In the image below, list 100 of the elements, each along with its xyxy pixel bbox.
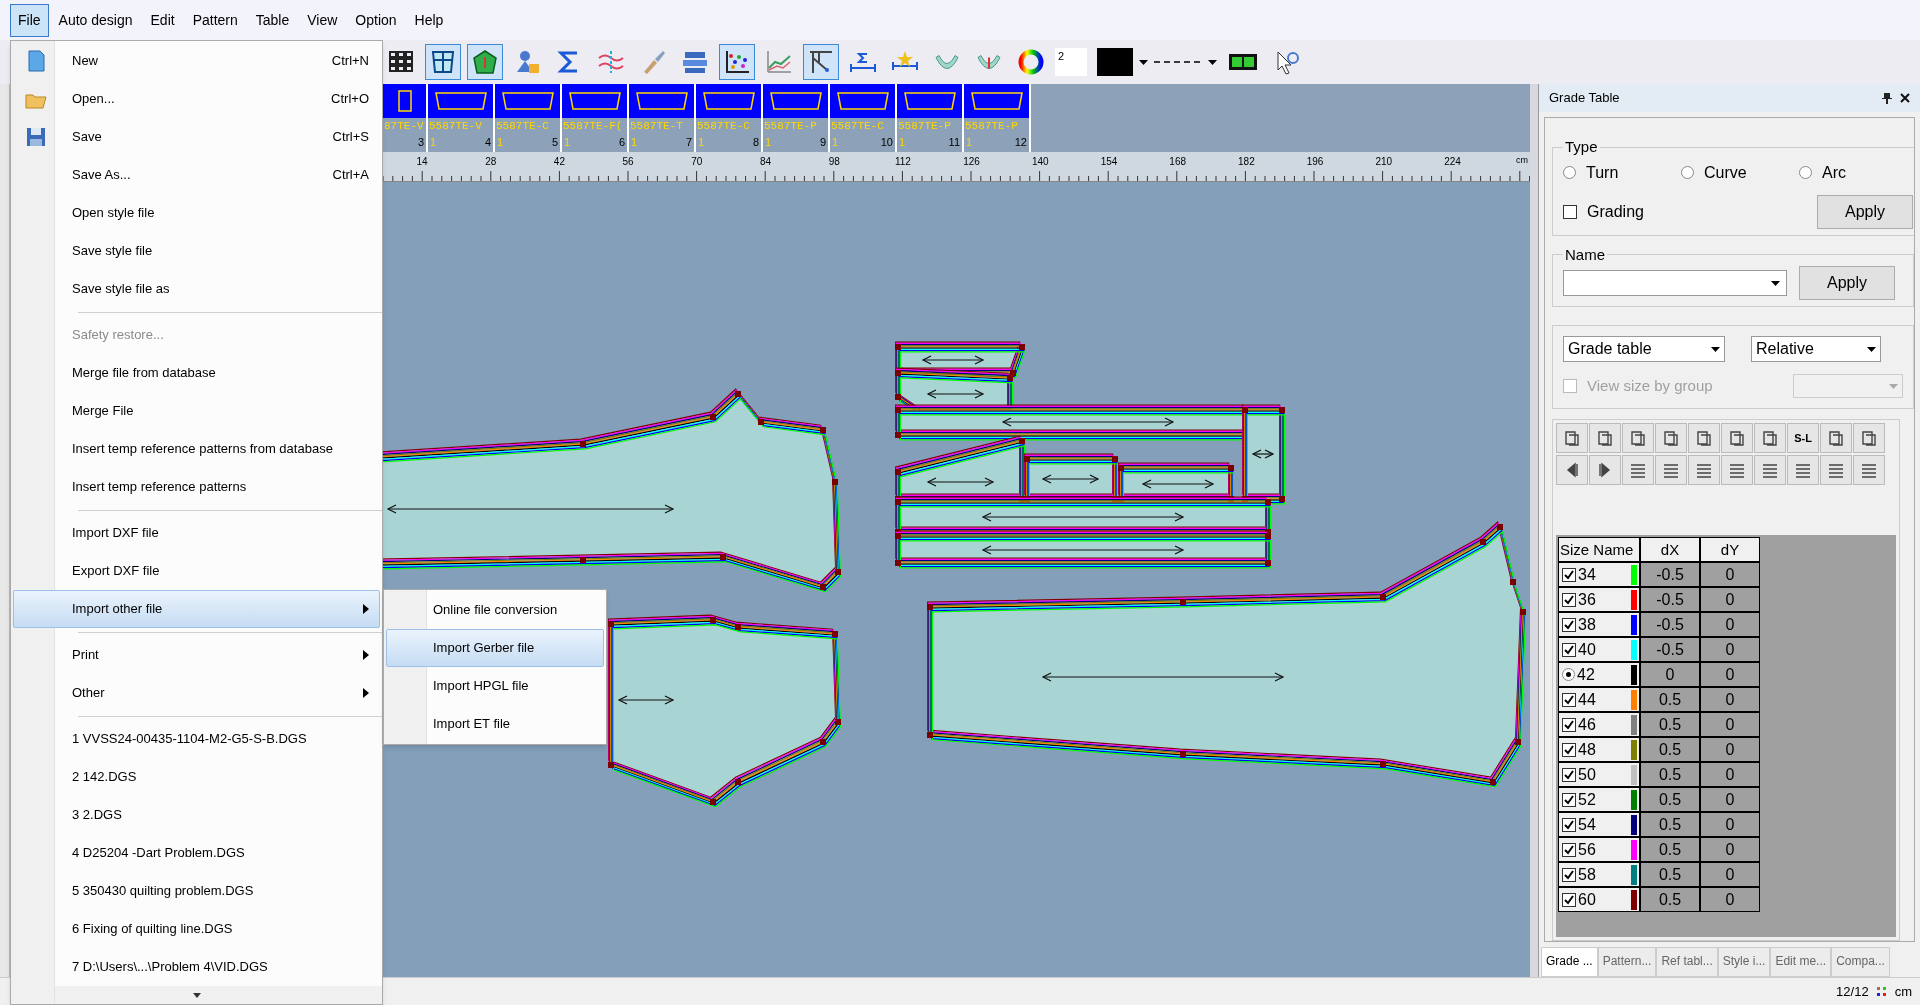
size-cell[interactable]: 60 — [1558, 887, 1640, 912]
menu-item[interactable]: Save style file as — [13, 270, 380, 308]
checkbox[interactable] — [1562, 792, 1576, 807]
grade-tool-button[interactable] — [1754, 423, 1786, 453]
checkbox[interactable] — [1562, 617, 1576, 632]
menu-item[interactable]: Export DXF file — [13, 552, 380, 590]
menu-item[interactable]: Import ET file — [386, 705, 604, 743]
checkbox[interactable] — [1562, 717, 1576, 732]
menu-item[interactable]: Import other file — [13, 590, 380, 628]
size-cell[interactable]: 38 — [1558, 612, 1640, 637]
checkbox[interactable] — [1562, 892, 1576, 907]
panel-tab[interactable]: Edit me... — [1770, 947, 1832, 977]
menu-item[interactable]: Import HPGL file — [386, 667, 604, 705]
checkbox[interactable] — [1563, 204, 1577, 219]
grade-tool-button[interactable] — [1853, 423, 1885, 453]
grade-tool-button[interactable] — [1589, 423, 1621, 453]
size-cell[interactable]: 40 — [1558, 637, 1640, 662]
size-cell[interactable]: 56 — [1558, 837, 1640, 862]
grade-tool-button[interactable] — [1655, 423, 1687, 453]
radio-button[interactable] — [1799, 166, 1812, 179]
toolbar-button[interactable] — [803, 44, 839, 80]
grade-tool-button[interactable] — [1820, 423, 1852, 453]
size-cell[interactable]: 54 — [1558, 812, 1640, 837]
line-style-icon[interactable] — [1154, 60, 1202, 64]
panel-tab[interactable]: Pattern... — [1597, 947, 1657, 977]
menu-item[interactable]: 7 D:\Users\...\Problem 4\VID.DGS — [13, 948, 380, 986]
grade-tool-button[interactable] — [1721, 423, 1753, 453]
menu-bar-item[interactable]: Table — [247, 3, 298, 37]
grade-tool-button[interactable] — [1721, 455, 1753, 485]
menu-item[interactable]: Online file conversion — [386, 591, 604, 629]
checkbox[interactable] — [1562, 567, 1576, 582]
size-cell[interactable]: 42 — [1558, 662, 1640, 687]
mode-dropdown[interactable]: Relative — [1751, 336, 1881, 362]
menu-bar-item[interactable]: Option — [347, 3, 405, 37]
size-cell[interactable]: 50 — [1558, 762, 1640, 787]
menu-item[interactable]: 2 142.DGS — [13, 758, 380, 796]
menu-item[interactable]: Save Ctrl+S — [13, 118, 380, 156]
grade-tool-button[interactable] — [1556, 455, 1588, 485]
size-cell[interactable]: 48 — [1558, 737, 1640, 762]
grade-tool-button[interactable] — [1754, 455, 1786, 485]
menu-item[interactable]: Save As... Ctrl+A — [13, 156, 380, 194]
menu-item[interactable]: Import DXF file — [13, 514, 380, 552]
pattern-thumbnail[interactable]: 5587TE-T 1 7 — [629, 84, 696, 152]
toolbar-button[interactable] — [467, 44, 503, 80]
panel-tab[interactable]: Style i... — [1717, 947, 1771, 977]
pattern-thumbnail[interactable]: 5587TE-C 1 10 — [830, 84, 897, 152]
grade-tool-button[interactable] — [1622, 423, 1654, 453]
pattern-thumbnail[interactable]: 5587TE-V 1 4 — [428, 84, 495, 152]
menu-item[interactable]: Insert temp reference patterns — [13, 468, 380, 506]
grade-tool-button[interactable] — [1688, 423, 1720, 453]
grade-tool-button[interactable] — [1622, 455, 1654, 485]
checkbox[interactable] — [1562, 842, 1576, 857]
grade-tool-button[interactable] — [1787, 455, 1819, 485]
menu-item[interactable]: 1 VVSS24-00435-1104-M2-G5-S-B.DGS — [13, 720, 380, 758]
line-width-field[interactable]: 2 — [1055, 48, 1087, 76]
menu-item[interactable]: 4 D25204 -Dart Problem.DGS — [13, 834, 380, 872]
toolbar-button[interactable] — [719, 44, 755, 80]
radio-button[interactable] — [1563, 166, 1576, 179]
menu-item[interactable]: New Ctrl+N — [13, 42, 380, 80]
menu-bar-item[interactable]: File — [10, 3, 49, 37]
menu-item[interactable]: Print — [13, 636, 380, 674]
menu-item[interactable]: Merge File — [13, 392, 380, 430]
menu-item[interactable]: Open style file — [13, 194, 380, 232]
panel-tab[interactable]: Compa... — [1831, 947, 1890, 977]
scroll-down-icon[interactable] — [192, 992, 201, 998]
panel-tab[interactable]: Ref tabl... — [1656, 947, 1718, 977]
grade-tool-button[interactable] — [1589, 455, 1621, 485]
menu-item[interactable]: Other — [13, 674, 380, 712]
pattern-thumbnail[interactable]: 5587TE-P 1 9 — [763, 84, 830, 152]
grade-tool-button[interactable] — [1655, 455, 1687, 485]
menu-bar-item[interactable]: Edit — [142, 3, 183, 37]
size-cell[interactable]: 52 — [1558, 787, 1640, 812]
size-cell[interactable]: 36 — [1558, 587, 1640, 612]
size-cell[interactable]: 44 — [1558, 687, 1640, 712]
apply-button[interactable]: Apply — [1817, 194, 1913, 229]
checkbox[interactable] — [1562, 867, 1576, 882]
toolbar-button[interactable] — [425, 44, 461, 80]
name-dropdown[interactable] — [1563, 270, 1787, 296]
menu-item[interactable]: 6 Fixing of quilting line.DGS — [13, 910, 380, 948]
checkbox[interactable] — [1562, 642, 1576, 657]
pattern-thumbnail[interactable]: 5587TE-C 1 5 — [495, 84, 562, 152]
checkbox[interactable] — [1562, 767, 1576, 782]
grade-tool-button[interactable] — [1820, 455, 1852, 485]
pattern-thumbnail[interactable]: 5587TE-P 1 11 — [897, 84, 964, 152]
grade-tool-button[interactable]: S-L — [1787, 423, 1819, 453]
menu-item[interactable]: 5 350430 quilting problem.DGS — [13, 872, 380, 910]
menu-item[interactable]: 3 2.DGS — [13, 796, 380, 834]
pin-icon[interactable] — [1882, 92, 1892, 104]
menu-bar-item[interactable]: Pattern — [184, 3, 246, 37]
menu-bar-item[interactable]: View — [299, 3, 346, 37]
size-cell[interactable]: 58 — [1558, 862, 1640, 887]
apply-button[interactable]: Apply — [1799, 266, 1895, 300]
size-cell[interactable]: 46 — [1558, 712, 1640, 737]
menu-bar-item[interactable]: Help — [406, 3, 452, 37]
grade-tool-button[interactable] — [1556, 423, 1588, 453]
radio-button[interactable] — [1562, 668, 1575, 681]
checkbox[interactable] — [1562, 592, 1576, 607]
grade-table-dropdown[interactable]: Grade table — [1563, 336, 1725, 362]
checkbox[interactable] — [1562, 817, 1576, 832]
pattern-thumbnail[interactable]: 5587TE-P 1 12 — [964, 84, 1031, 152]
